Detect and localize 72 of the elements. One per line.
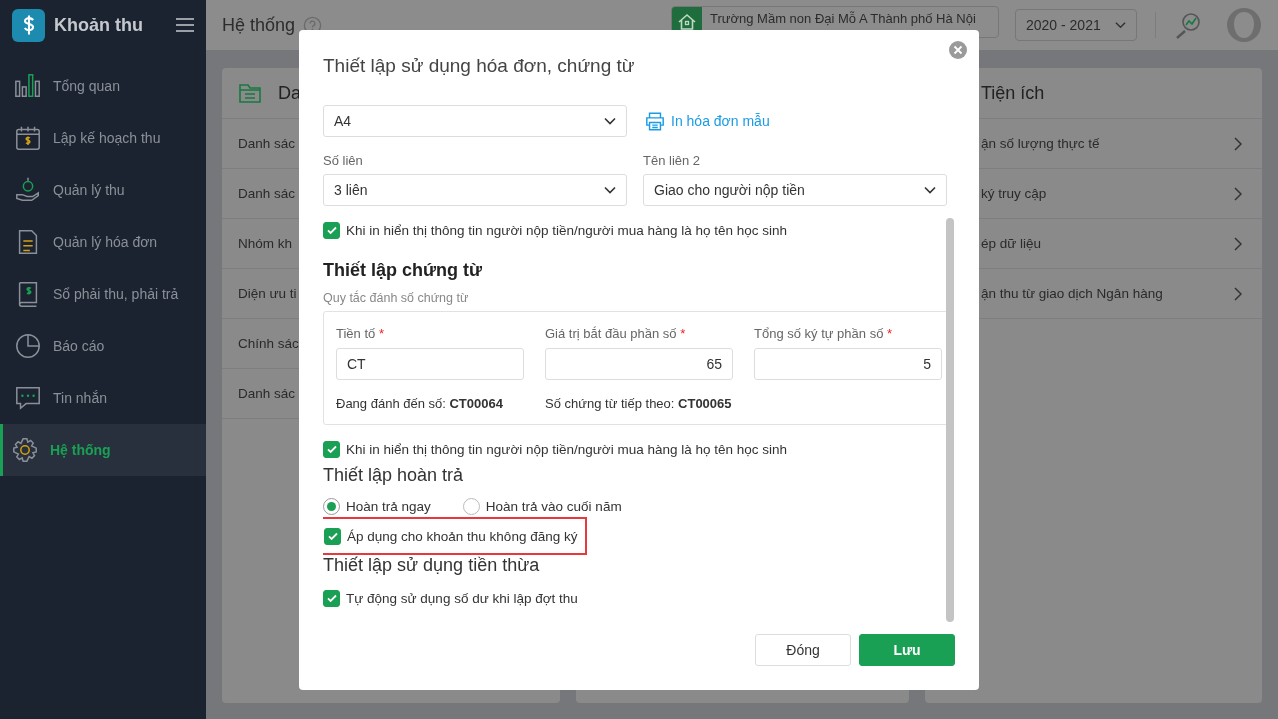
page-title: Hệ thống [222,14,296,36]
chevron-right-icon[interactable] [1234,286,1242,301]
list-item[interactable]: ép dữ liệu [981,236,1042,251]
print-sample-link[interactable]: In hóa đơn mẫu [645,111,770,131]
dollar-logo-icon [12,8,45,42]
nav-item[interactable]: Tổng quan [0,60,206,112]
chevron-right-icon[interactable] [1234,236,1242,251]
text-field[interactable]: CT [336,348,524,380]
check-icon [325,443,338,455]
pie-icon [14,332,42,360]
nav-item[interactable]: Hệ thống [0,424,206,476]
check-icon [326,530,339,542]
field-label: Tên liên 2 [643,153,702,168]
field-label: Tổng số ký tự phần số * [754,326,894,341]
app-title: Khoản thu [54,14,144,36]
paper-size-dropdown[interactable]: A4 [323,105,627,137]
list-item[interactable]: ký truy cập [981,186,1047,201]
checkbox[interactable] [323,221,340,239]
check-icon [325,224,338,236]
calendar-icon [14,124,42,152]
caret-icon [604,186,616,194]
checkbox-label: Áp dụng cho khoản thu không đăng ký [347,528,578,544]
list-item[interactable]: ận thu từ giao dịch Ngân hàng [981,286,1163,301]
gear-icon [11,436,39,464]
section-title: Thiết lập sử dụng tiền thừa [323,555,541,576]
nav-item[interactable]: Báo cáo [0,320,206,372]
chevron-right-icon[interactable] [1234,136,1242,151]
nav-item[interactable]: Sổ phải thu, phải trả [0,268,206,320]
checkbox[interactable] [324,527,341,545]
folder-icon [238,81,262,105]
section-title: Thiết lập chứng từ [323,260,484,281]
section-title: Thiết lập hoàn trả [323,465,465,486]
checkbox[interactable] [323,589,340,607]
next-number-text: Số chứng từ tiếp theo: CT00065 [545,396,732,411]
caret-icon [604,117,616,125]
copy-name-dropdown[interactable]: Giao cho người nộp tiền [643,174,947,206]
close-icon[interactable] [949,41,967,59]
hand-icon [14,176,42,204]
chevron-right-icon[interactable] [1234,186,1242,201]
section-subtitle: Quy tắc đánh số chứng từ [323,291,470,305]
field-label: Số liên [323,153,364,168]
current-number-text: Đang đánh đến số: CT00064 [336,396,504,411]
close-button[interactable]: Đóng [755,634,851,666]
radio-label: Hoàn trả ngay [346,499,431,514]
text-field[interactable]: 5 [754,348,942,380]
field-label: Tiền tố * [336,326,385,341]
check-icon [325,592,338,604]
dialog-title: Thiết lập sử dụng hóa đơn, chứng từ [323,55,635,77]
menu-icon[interactable] [176,17,194,33]
nav-item[interactable]: Lập kế hoạch thu [0,112,206,164]
nav-item[interactable]: Tin nhắn [0,372,206,424]
checkbox[interactable] [323,440,340,458]
card-title: Tiện ích [981,82,1045,104]
search-chart-icon[interactable] [1174,11,1202,39]
caret-icon [924,186,936,194]
nav-item[interactable]: Quản lý hóa đơn [0,216,206,268]
field-label: Giá trị bắt đầu phần số * [545,326,687,341]
year-dropdown[interactable]: 2020 - 2021 [1015,9,1137,41]
copies-dropdown[interactable]: 3 liên [323,174,627,206]
printer-icon [645,111,665,131]
nav-item[interactable]: Quản lý thu [0,164,206,216]
caret-icon [1115,21,1126,29]
chart-icon [14,72,42,100]
scrollbar[interactable] [946,218,954,622]
checkbox-label: Khi in hiển thị thông tin người nộp tiền/người mua hàng là họ tên học sinh [346,441,788,457]
save-button[interactable]: Lưu [859,634,955,666]
list-item[interactable]: ận số lượng thực tế [981,136,1100,151]
checkbox-label: Tự động sử dụng số dư khi lập đợt thu [346,590,578,606]
checkbox-label: Khi in hiển thị thông tin người nộp tiền/người mua hàng là họ tên học sinh [346,222,788,238]
text-field[interactable]: 65 [545,348,733,380]
radio-label: Hoàn trả vào cuối năm [485,499,622,514]
message-icon [14,384,42,412]
